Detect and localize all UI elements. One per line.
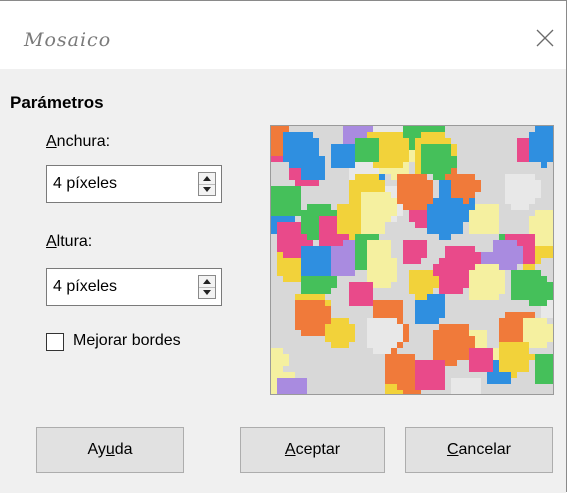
close-button[interactable] bbox=[532, 25, 560, 53]
help-label-post: da bbox=[114, 441, 133, 458]
mosaic-dialog: Mosaico Parámetros Anchura: 4 píxeles Al… bbox=[0, 0, 567, 493]
down-arrow-icon bbox=[203, 187, 211, 192]
height-label: Altura: bbox=[46, 233, 92, 251]
height-spinbox[interactable]: 4 píxeles bbox=[46, 268, 222, 306]
mosaic-preview bbox=[270, 125, 554, 395]
dialog-content: Parámetros Anchura: 4 píxeles Altura: 4 … bbox=[0, 69, 566, 493]
up-arrow-icon bbox=[203, 279, 211, 284]
width-spinbox[interactable]: 4 píxeles bbox=[46, 165, 222, 203]
ok-label-accel: A bbox=[284, 441, 296, 458]
dialog-title: Mosaico bbox=[24, 29, 112, 51]
help-label-pre: Ay bbox=[87, 441, 106, 458]
width-spin-arrows bbox=[198, 172, 216, 196]
enhance-edges-label[interactable]: Mejorar bordes bbox=[73, 332, 181, 350]
enhance-edges-label-post: orar bordes bbox=[98, 332, 181, 349]
height-decrement-button[interactable] bbox=[199, 287, 215, 298]
width-label-accel: A bbox=[46, 133, 57, 150]
cancel-button[interactable]: Cancelar bbox=[405, 427, 553, 473]
help-label-accel: u bbox=[105, 441, 115, 458]
height-label-rest: ltura: bbox=[56, 233, 93, 250]
down-arrow-icon bbox=[203, 290, 211, 295]
ok-button[interactable]: Aceptar bbox=[240, 427, 385, 473]
up-arrow-icon bbox=[203, 176, 211, 181]
section-title-parameters: Parámetros bbox=[10, 93, 104, 112]
height-spin-arrows bbox=[198, 275, 216, 299]
enhance-edges-label-pre: Me bbox=[73, 332, 96, 349]
title-bar: Mosaico bbox=[0, 1, 566, 69]
enhance-edges-checkbox[interactable] bbox=[46, 333, 64, 351]
mosaic-preview-image bbox=[271, 126, 553, 394]
height-label-accel: A bbox=[46, 233, 57, 250]
width-label-rest: nchura: bbox=[56, 133, 111, 150]
width-label: Anchura: bbox=[46, 133, 110, 151]
help-button[interactable]: Ayuda bbox=[36, 427, 184, 473]
height-value[interactable]: 4 píxeles bbox=[53, 278, 117, 296]
width-value[interactable]: 4 píxeles bbox=[53, 175, 117, 193]
cancel-label-post: ancelar bbox=[458, 441, 512, 458]
close-icon bbox=[536, 29, 554, 47]
width-decrement-button[interactable] bbox=[199, 184, 215, 195]
ok-label-post: ceptar bbox=[295, 441, 341, 458]
cancel-label-accel: C bbox=[446, 441, 459, 458]
